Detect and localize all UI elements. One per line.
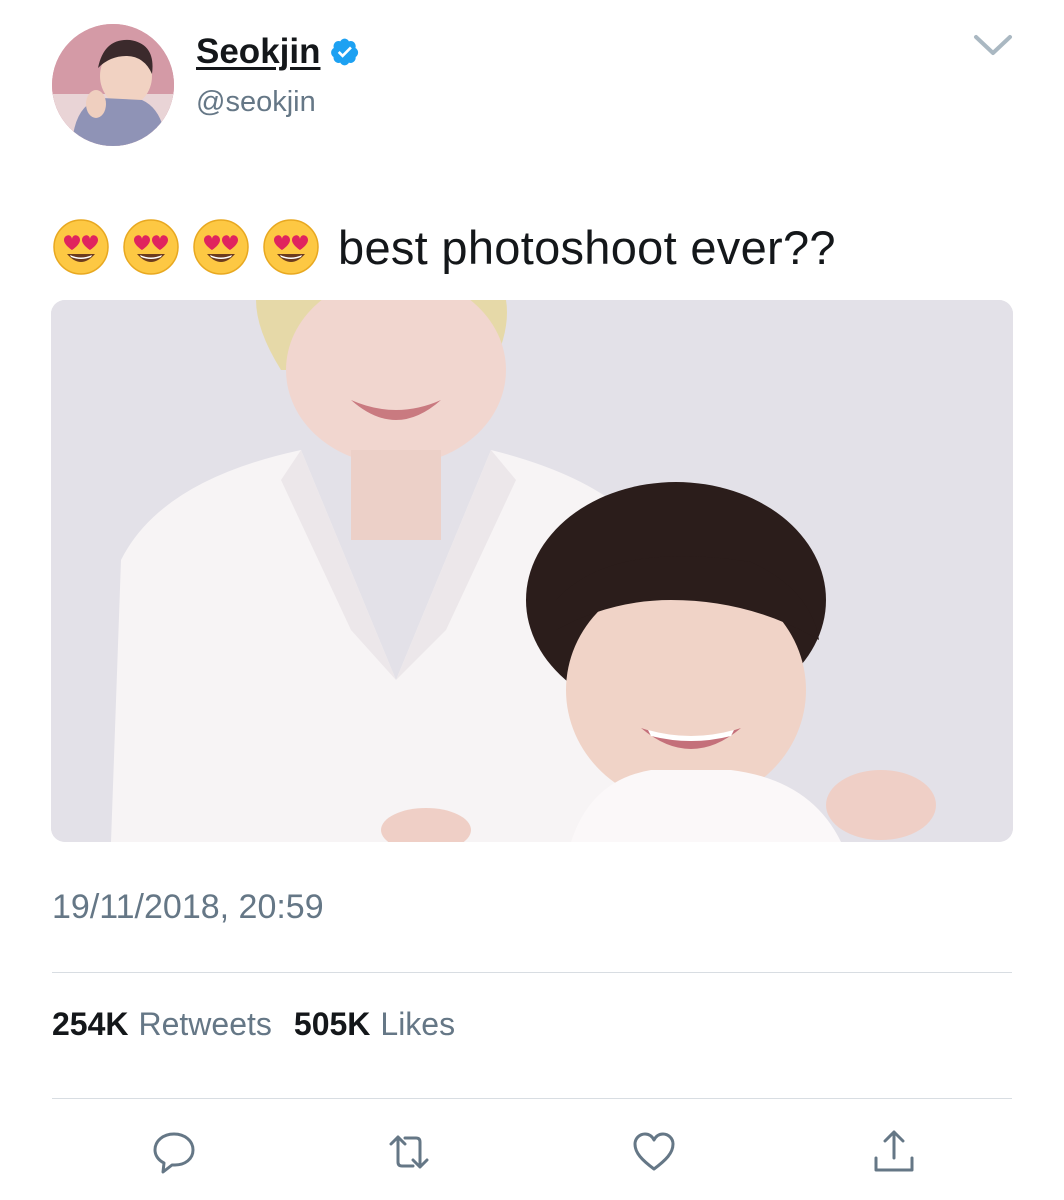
- retweet-button[interactable]: [385, 1128, 433, 1176]
- share-icon: [874, 1130, 914, 1172]
- tweet-text: best photoshoot ever??: [52, 214, 836, 280]
- display-name[interactable]: Seokjin: [196, 32, 320, 72]
- divider: [52, 972, 1012, 973]
- tweet-body-text: best photoshoot ever??: [338, 220, 836, 274]
- chevron-down-icon[interactable]: [970, 28, 1016, 62]
- avatar-photo: [52, 24, 174, 146]
- heart-eyes-emoji-icon: [53, 219, 109, 275]
- retweets-label: Retweets: [138, 1006, 272, 1042]
- likes-count: 505K: [293, 1006, 371, 1042]
- heart-eyes-emoji-icon: [263, 219, 319, 275]
- likes-stat[interactable]: 505K Likes: [294, 1006, 455, 1043]
- emoji-group: [52, 218, 320, 276]
- tweet-timestamp[interactable]: 19/11/2018, 20:59: [52, 888, 324, 927]
- retweet-icon: [389, 1135, 429, 1169]
- likes-label: Likes: [380, 1006, 456, 1042]
- reply-icon: [153, 1132, 195, 1174]
- divider: [52, 1098, 1012, 1099]
- tweet-photo[interactable]: [51, 300, 1013, 842]
- like-icon: [633, 1132, 675, 1171]
- heart-eyes-emoji-icon: [123, 219, 179, 275]
- user-handle[interactable]: @seokjin: [196, 86, 316, 119]
- tweet-stats: 254K Retweets 505K Likes: [52, 1006, 477, 1043]
- verified-badge-icon: [331, 38, 359, 66]
- retweets-count: 254K: [52, 1006, 129, 1042]
- heart-eyes-emoji-icon: [193, 219, 249, 275]
- tweet-detail: Seokjin @seokjin best photoshoot ever?? …: [0, 0, 1064, 1200]
- photo-image: [51, 300, 1013, 842]
- display-name-row: Seokjin: [196, 30, 360, 74]
- share-button[interactable]: [870, 1128, 918, 1176]
- reply-button[interactable]: [150, 1128, 198, 1176]
- retweets-stat[interactable]: 254K Retweets: [52, 1006, 272, 1043]
- avatar[interactable]: [52, 24, 174, 146]
- like-button[interactable]: [630, 1128, 678, 1176]
